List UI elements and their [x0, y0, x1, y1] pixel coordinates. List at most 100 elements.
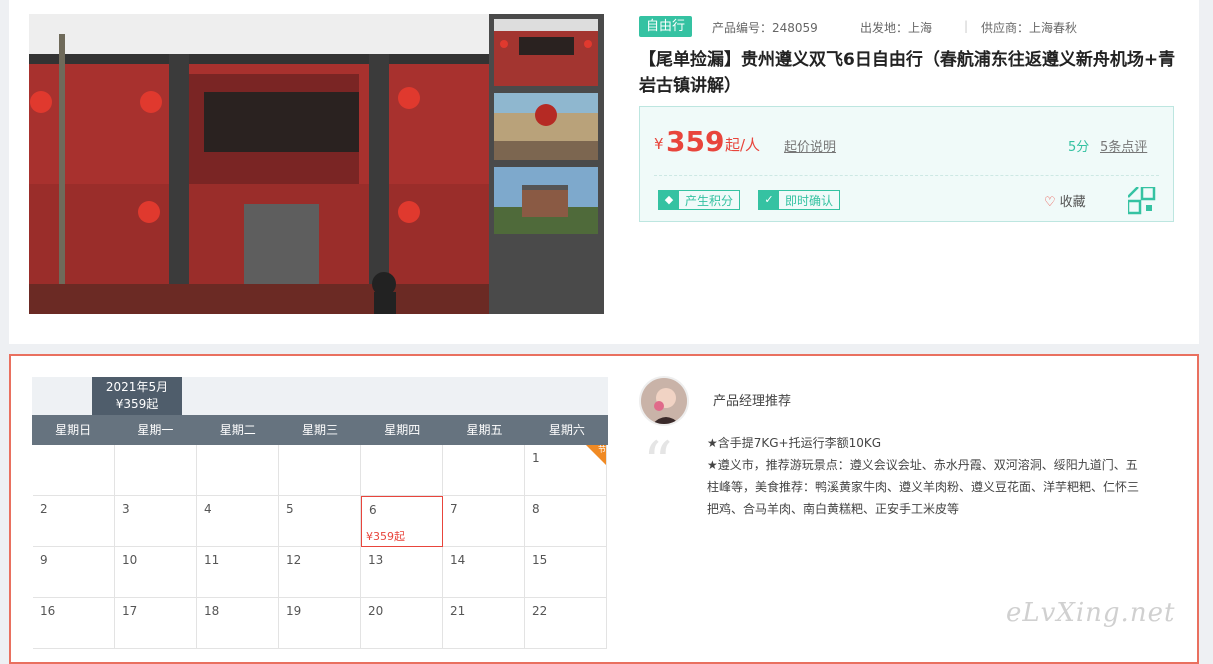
- calendar-header: 2021年5月 ¥359起: [32, 377, 608, 415]
- currency-symbol: ¥: [654, 135, 664, 153]
- price-unit: 起/人: [725, 136, 761, 154]
- weekday-label: 星期五: [466, 423, 503, 437]
- calendar-day[interactable]: 18: [197, 598, 279, 649]
- product-code: 产品编号：248059: [712, 21, 818, 35]
- manager-title: 产品经理推荐: [713, 394, 792, 409]
- recommendation-line: ★遵义市，推荐游玩景点：遵义会议会址、赤水丹霞、双河溶洞、绥阳九道门、五柱峰等，…: [707, 458, 1140, 516]
- month-price: ¥359起: [115, 397, 159, 411]
- rating-score: 5分: [1068, 140, 1090, 155]
- recommendation-text: ★含手提7KG+托运行李额10KG ★遵义市，推荐游玩景点：遵义会议会址、赤水丹…: [707, 432, 1147, 520]
- points-badge-label: 产生积分: [685, 193, 734, 208]
- reviews-link[interactable]: 5条点评: [1100, 136, 1147, 155]
- day-number: 11: [204, 553, 220, 567]
- points-badge: ◆ 产生积分: [658, 190, 741, 210]
- calendar-day[interactable]: 3: [115, 496, 197, 547]
- calendar-day[interactable]: 22: [525, 598, 607, 649]
- month-label: 2021年5月: [105, 380, 169, 394]
- day-number: 15: [532, 553, 548, 567]
- calendar-day: [361, 445, 443, 496]
- day-number: 18: [204, 604, 220, 618]
- heart-icon: ♡: [1044, 195, 1056, 210]
- day-number: 2: [40, 502, 48, 516]
- day-number: 7: [450, 502, 458, 516]
- calendar-day[interactable]: 2: [33, 496, 115, 547]
- departure: 出发地：上海: [860, 21, 933, 35]
- calendar-day[interactable]: 7: [443, 496, 525, 547]
- day-price: ¥359起: [366, 530, 405, 543]
- calendar-day[interactable]: 8: [525, 496, 607, 547]
- day-number: 12: [286, 553, 302, 567]
- weekday-label: 星期二: [219, 423, 256, 437]
- quote-icon: “: [643, 429, 673, 497]
- price-explain-link[interactable]: 起价说明: [784, 136, 836, 155]
- day-number: 20: [368, 604, 384, 618]
- calendar-day: [115, 445, 197, 496]
- check-icon: ✓: [759, 191, 779, 209]
- thumbnail-1[interactable]: [494, 19, 598, 86]
- month-tab[interactable]: 2021年5月 ¥359起: [92, 377, 182, 415]
- day-number: 19: [286, 604, 302, 618]
- instant-confirm-badge: ✓ 即时确认: [758, 190, 841, 210]
- meta-divider: |: [964, 19, 969, 33]
- weekday-label: 星期日: [55, 423, 92, 437]
- avatar: [639, 376, 689, 426]
- day-number: 6: [369, 503, 377, 517]
- shield-icon: ◆: [659, 191, 679, 209]
- product-type-tag: 自由行: [639, 16, 693, 37]
- day-number: 10: [122, 553, 138, 567]
- weekday-label: 星期三: [301, 423, 338, 437]
- qr-code-icon[interactable]: [1128, 187, 1156, 215]
- calendar-day: [443, 445, 525, 496]
- day-number: 1: [532, 451, 540, 465]
- calendar-day: [279, 445, 361, 496]
- holiday-mark: 节: [598, 445, 606, 454]
- calendar-day[interactable]: 13: [361, 547, 443, 598]
- day-number: 21: [450, 604, 466, 618]
- watermark: eLvXing.net: [1006, 598, 1176, 628]
- calendar-day[interactable]: 9: [33, 547, 115, 598]
- product-title: 【尾单捡漏】贵州遵义双飞6日自由行（春航浦东往返遵义新舟机场+青岩古镇讲解）: [639, 50, 1176, 96]
- calendar-day[interactable]: 17: [115, 598, 197, 649]
- main-photo[interactable]: [29, 14, 489, 314]
- calendar-day[interactable]: 15: [525, 547, 607, 598]
- weekday-label: 星期四: [384, 423, 421, 437]
- product-header: 自由行 产品编号：248059 出发地：上海 | 供应商：上海春秋 【尾单捡漏】…: [9, 0, 1199, 344]
- calendar-day: [33, 445, 115, 496]
- calendar-day[interactable]: 16: [33, 598, 115, 649]
- weekday-label: 星期六: [548, 423, 585, 437]
- day-number: 16: [40, 604, 56, 618]
- calendar-day[interactable]: 10: [115, 547, 197, 598]
- calendar-day[interactable]: 20: [361, 598, 443, 649]
- calendar-day[interactable]: 12: [279, 547, 361, 598]
- weekday-row: 星期日 星期一 星期二 星期三 星期四 星期五 星期六: [32, 415, 608, 445]
- calendar-day[interactable]: 6 ¥359起: [361, 496, 443, 547]
- image-gallery: [29, 14, 604, 314]
- calendar-day[interactable]: 11: [197, 547, 279, 598]
- day-number: 22: [532, 604, 548, 618]
- calendar-day[interactable]: 21: [443, 598, 525, 649]
- thumbnail-2[interactable]: [494, 93, 598, 160]
- day-number: 4: [204, 502, 212, 516]
- day-number: 14: [450, 553, 466, 567]
- day-number: 5: [286, 502, 294, 516]
- day-number: 3: [122, 502, 130, 516]
- day-number: 9: [40, 553, 48, 567]
- day-number: 13: [368, 553, 384, 567]
- favorite-button[interactable]: ♡ 收藏: [1044, 191, 1086, 210]
- day-number: 8: [532, 502, 540, 516]
- weekday-label: 星期一: [137, 423, 174, 437]
- calendar-day[interactable]: 5: [279, 496, 361, 547]
- thumbnail-3[interactable]: [494, 167, 598, 234]
- calendar-day[interactable]: 19: [279, 598, 361, 649]
- price: 359: [666, 125, 725, 158]
- favorite-label: 收藏: [1059, 195, 1086, 210]
- calendar-day[interactable]: 1节: [525, 445, 607, 496]
- calendar-day: [197, 445, 279, 496]
- supplier: 供应商：上海春秋: [981, 21, 1078, 35]
- price-box: ¥ 359 起/人 起价说明 5分 5条点评 ◆ 产生积分 ✓ 即时确认 ♡ 收藏: [639, 106, 1174, 222]
- calendar-day[interactable]: 4: [197, 496, 279, 547]
- divider: [654, 175, 1159, 176]
- calendar-day[interactable]: 14: [443, 547, 525, 598]
- recommendation-line: ★含手提7KG+托运行李额10KG: [707, 436, 882, 450]
- instant-confirm-label: 即时确认: [785, 193, 834, 208]
